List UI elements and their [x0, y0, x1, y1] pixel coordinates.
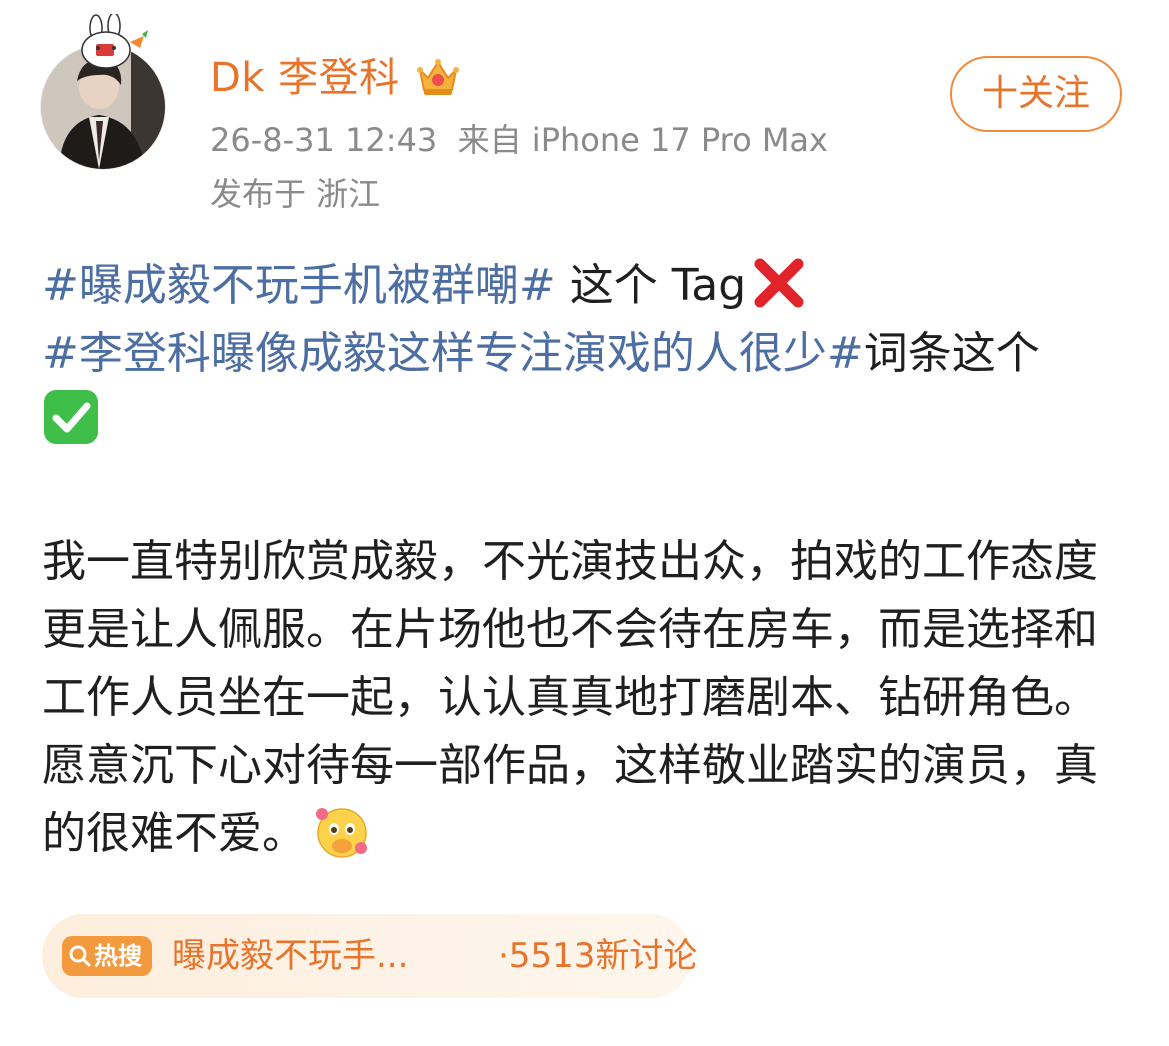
- hot-search-title: 曝成毅不玩手...: [172, 936, 409, 976]
- hashtag-link[interactable]: #李登科曝像成毅这样专注演戏的人很少#: [42, 328, 864, 379]
- tag-line-3: [42, 388, 1132, 460]
- crown-badge-icon: [414, 52, 462, 100]
- post-location: 发布于 浙江: [210, 175, 381, 213]
- post-text: 这个 Tag: [555, 260, 747, 311]
- tag-line-2: #李登科曝像成毅这样专注演戏的人很少#词条这个: [42, 320, 1132, 388]
- post-paragraph: 我一直特别欣赏成毅，不光演技出众，拍戏的工作态度更是让人佩服。在片场他也不会待在…: [42, 528, 1128, 868]
- avatar[interactable]: [40, 12, 166, 170]
- search-icon: [68, 940, 92, 967]
- hugging-face-icon: [312, 802, 370, 860]
- post-paragraph-text: 我一直特别欣赏成毅，不光演技出众，拍戏的工作态度更是让人佩服。在片场他也不会待在…: [42, 536, 1098, 859]
- hot-search-badge-label: 热搜: [94, 942, 142, 970]
- post-meta: 26-8-31 12:43 来自 iPhone 17 Pro Max: [210, 118, 828, 162]
- hot-search-count: ·5513新讨论: [498, 936, 698, 976]
- post-source: 来自 iPhone 17 Pro Max: [457, 121, 828, 159]
- tag-line-1: #曝成毅不玩手机被群嘲# 这个 Tag: [42, 252, 1132, 320]
- hashtag-link[interactable]: #曝成毅不玩手机被群嘲#: [42, 260, 556, 311]
- post-tags: #曝成毅不玩手机被群嘲# 这个 Tag #李登科曝像成毅这样专注演戏的人很少#词…: [42, 252, 1132, 460]
- cross-mark-icon: [750, 254, 808, 312]
- username[interactable]: Dk 李登科: [210, 50, 400, 106]
- check-mark-icon: [42, 388, 100, 446]
- post-time: 26-8-31 12:43: [210, 121, 438, 159]
- follow-button[interactable]: 十关注: [950, 56, 1122, 132]
- hot-search-pill[interactable]: 热搜 曝成毅不玩手... ·5513新讨论: [42, 914, 697, 998]
- post-text: 词条这个: [863, 328, 1040, 379]
- rabbit-badge-icon: [70, 12, 150, 74]
- hot-search-badge: 热搜: [62, 936, 152, 976]
- follow-label: 十关注: [981, 73, 1090, 114]
